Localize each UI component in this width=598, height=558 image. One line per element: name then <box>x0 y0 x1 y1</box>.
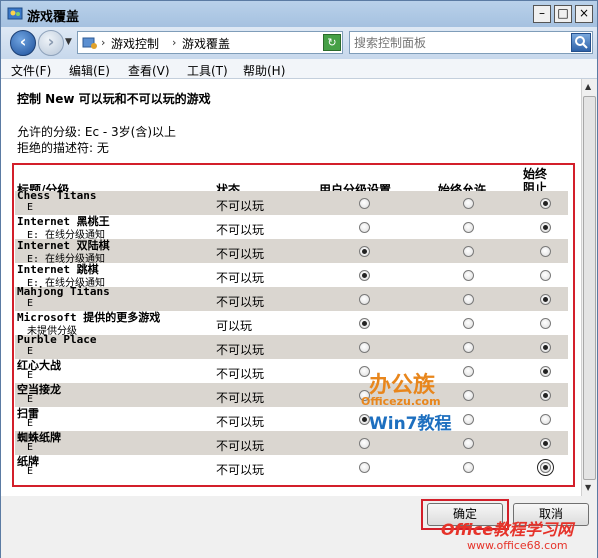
menu-tools[interactable]: 工具(T) <box>187 62 228 79</box>
back-button[interactable]: ‹ <box>10 30 36 56</box>
scrollbar-thumb[interactable] <box>583 96 596 480</box>
search-input[interactable] <box>354 33 564 52</box>
blocked-descriptors-text: 拒绝的描述符: 无 <box>17 141 109 155</box>
recent-pages-dropdown-icon[interactable]: ▼ <box>65 37 72 47</box>
breadcrumb-separator-icon: › <box>101 36 106 49</box>
menu-bar: 文件(F) 编辑(E) 查看(V) 工具(T) 帮助(H) <box>1 59 597 79</box>
breadcrumb[interactable]: › 游戏控制 › 游戏覆盖 ▼ <box>77 31 343 54</box>
vertical-scrollbar[interactable]: ▲ ▼ <box>581 79 597 496</box>
page-title: 控制 New 可以玩和不可以玩的游戏 <box>17 92 211 106</box>
menu-file[interactable]: 文件(F) <box>11 62 51 79</box>
maximize-button[interactable]: □ <box>554 5 572 23</box>
menu-help[interactable]: 帮助(H) <box>243 62 285 79</box>
parental-controls-icon <box>7 7 23 20</box>
refresh-button[interactable]: ↻ <box>323 34 341 51</box>
minimize-button[interactable]: – <box>533 5 551 23</box>
title-bar: 游戏覆盖 – □ × <box>1 1 597 27</box>
content-area: 控制 New 可以玩和不可以玩的游戏 允许的分级: Ec - 3岁(含)以上 拒… <box>1 79 581 496</box>
control-panel-icon <box>82 37 97 49</box>
search-box <box>349 31 593 54</box>
forward-button[interactable]: › <box>38 30 64 56</box>
breadcrumb-item-game-overrides[interactable]: 游戏覆盖 <box>182 35 230 52</box>
watermark-officezu: 办公族 Officezu.com Win7教程 <box>361 373 452 434</box>
breadcrumb-item-game-controls[interactable]: 游戏控制 <box>111 35 159 52</box>
menu-edit[interactable]: 编辑(E) <box>69 62 110 79</box>
close-button[interactable]: × <box>575 5 593 23</box>
watermark-office68: Office教程学习网 www.office68.com <box>441 520 574 552</box>
address-bar: ‹ › ▼ › 游戏控制 › 游戏覆盖 ▼ ↻ <box>1 27 597 59</box>
highlight-box-table <box>12 163 575 487</box>
search-icon <box>575 36 588 49</box>
game-overrides-window: 游戏覆盖 – □ × ‹ › ▼ › 游戏控制 › 游戏覆盖 ▼ ↻ <box>0 0 598 558</box>
scroll-down-icon[interactable]: ▼ <box>585 483 591 492</box>
scroll-up-icon[interactable]: ▲ <box>585 82 591 91</box>
menu-view[interactable]: 查看(V) <box>128 62 170 79</box>
window-title: 游戏覆盖 <box>27 10 80 25</box>
search-button[interactable] <box>571 33 591 52</box>
breadcrumb-separator-icon: › <box>172 36 177 49</box>
allowed-rating-text: 允许的分级: Ec - 3岁(含)以上 <box>17 125 176 139</box>
